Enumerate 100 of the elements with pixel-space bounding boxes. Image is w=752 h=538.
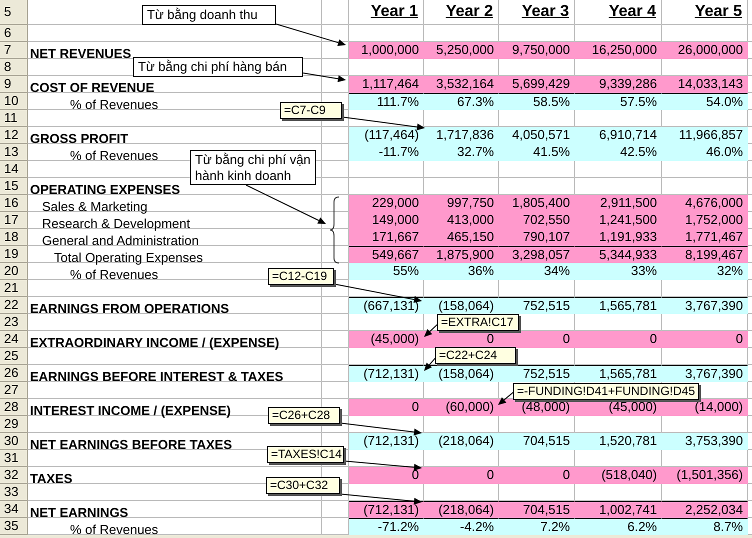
row-number: 28: [0, 399, 28, 416]
row-label: GROSS PROFIT: [30, 131, 128, 147]
formula-tooltip: =-FUNDING!D41+FUNDING!D45: [513, 383, 699, 400]
row-label: % of Revenues: [70, 97, 158, 113]
table-cell: 0: [349, 399, 424, 416]
table-cell: 5,250,000: [424, 42, 499, 59]
table-cell: (1,501,356): [662, 467, 748, 484]
callout-note: Từ bằng doanh thu: [142, 5, 276, 25]
table-cell: 1,000,000: [349, 42, 424, 59]
table-cell: 752,515: [499, 365, 575, 382]
table-cell: 2,911,500: [575, 195, 662, 212]
table-cell: 1,752,000: [662, 212, 748, 229]
table-cell: 34%: [499, 263, 575, 280]
callout-note: Từ bằng chi phí hàng bán: [133, 57, 303, 77]
table-cell: 997,750: [424, 195, 499, 212]
column-header: Year 1: [370, 3, 418, 21]
row-number: 13: [0, 144, 28, 161]
table-cell: (158,064): [424, 365, 499, 382]
table-cell: (667,131): [349, 297, 424, 314]
table-cell: (218,064): [424, 433, 499, 450]
table-cell: 5,699,429: [499, 76, 575, 93]
table-cell: 9,750,000: [499, 42, 575, 59]
row-label: TAXES: [30, 471, 72, 487]
row-number: 14: [0, 161, 28, 178]
table-cell: 1,117,464: [349, 76, 424, 93]
row-number: 12: [0, 127, 28, 144]
table-cell: (218,064): [424, 501, 499, 518]
table-cell: 1,771,467: [662, 229, 748, 246]
table-cell: 1,565,781: [575, 297, 662, 314]
row-number: 22: [0, 297, 28, 314]
row-label: Sales & Marketing: [42, 199, 148, 215]
row-number: 9: [0, 76, 28, 93]
table-cell: 2,252,034: [662, 501, 748, 518]
table-cell: 0: [424, 467, 499, 484]
row-label: NET EARNINGS BEFORE TAXES: [30, 437, 232, 453]
table-cell: 67.3%: [424, 93, 499, 110]
table-cell: 7.2%: [499, 518, 575, 535]
table-cell: (117,464): [349, 127, 424, 144]
row-number: 24: [0, 331, 28, 348]
empty-cell: [322, 382, 349, 399]
table-cell: 33%: [575, 263, 662, 280]
empty-cell: [322, 348, 349, 365]
table-cell: 1,520,781: [575, 433, 662, 450]
row-number: 7: [0, 42, 28, 59]
formula-tooltip: =C12-C19: [268, 268, 334, 285]
row-number: 34: [0, 501, 28, 518]
formula-tooltip: =C22+C24: [435, 347, 516, 364]
table-cell: 704,515: [499, 501, 575, 518]
table-cell: (712,131): [349, 365, 424, 382]
table-cell: 9,339,286: [575, 76, 662, 93]
table-cell: 413,000: [424, 212, 499, 229]
leader-arrow: [302, 72, 346, 82]
table-cell: (712,131): [349, 433, 424, 450]
table-cell: 0: [575, 331, 662, 348]
formula-tooltip: =C26+C28: [268, 407, 340, 424]
table-cell: 0: [499, 467, 575, 484]
formula-tooltip: =TAXES!C14: [267, 446, 344, 463]
table-cell: -11.7%: [349, 144, 424, 161]
row-number: 35: [0, 518, 28, 535]
row-label: General and Administration: [42, 233, 199, 249]
table-cell: -71.2%: [349, 518, 424, 535]
brace-icon: [330, 196, 340, 264]
row-label: NET REVENUES: [30, 46, 132, 62]
row-number: 29: [0, 416, 28, 433]
table-cell: 3,753,390: [662, 433, 748, 450]
table-cell: 3,298,057: [499, 246, 575, 263]
table-cell: 54.0%: [662, 93, 748, 110]
table-cell: 3,767,390: [662, 297, 748, 314]
table-cell: 57.5%: [575, 93, 662, 110]
table-cell: 790,107: [499, 229, 575, 246]
table-cell: (14,000): [662, 399, 748, 416]
row-number: 32: [0, 467, 28, 484]
row-number: 15: [0, 178, 28, 195]
table-cell: 3,532,164: [424, 76, 499, 93]
table-cell: -4.2%: [424, 518, 499, 535]
formula-tooltip: =C7-C9: [280, 102, 342, 119]
row-number: 31: [0, 450, 28, 467]
table-cell: 3,767,390: [662, 365, 748, 382]
table-cell: 8.7%: [662, 518, 748, 535]
table-cell: 6,910,714: [575, 127, 662, 144]
table-cell: (45,000): [349, 331, 424, 348]
leader-arrow: [276, 24, 346, 46]
table-cell: 46.0%: [662, 144, 748, 161]
table-cell: 55%: [349, 263, 424, 280]
table-cell: 16,250,000: [575, 42, 662, 59]
table-cell: 0: [499, 331, 575, 348]
row-label: INTEREST INCOME / (EXPENSE): [30, 403, 231, 419]
row-number: 30: [0, 433, 28, 450]
table-cell: 704,515: [499, 433, 575, 450]
table-cell: 752,515: [499, 297, 575, 314]
row-number: 11: [0, 110, 28, 127]
table-cell: 229,000: [349, 195, 424, 212]
callout-note: Từ bằng chi phí vận hành kinh doanh: [190, 150, 316, 185]
table-cell: 42.5%: [575, 144, 662, 161]
table-cell: 6.2%: [575, 518, 662, 535]
row-label: Total Operating Expenses: [54, 250, 203, 266]
table-cell: (158,064): [424, 297, 499, 314]
column-header: Year 4: [608, 3, 656, 21]
row-number: 33: [0, 484, 28, 501]
table-cell: 111.7%: [349, 93, 424, 110]
